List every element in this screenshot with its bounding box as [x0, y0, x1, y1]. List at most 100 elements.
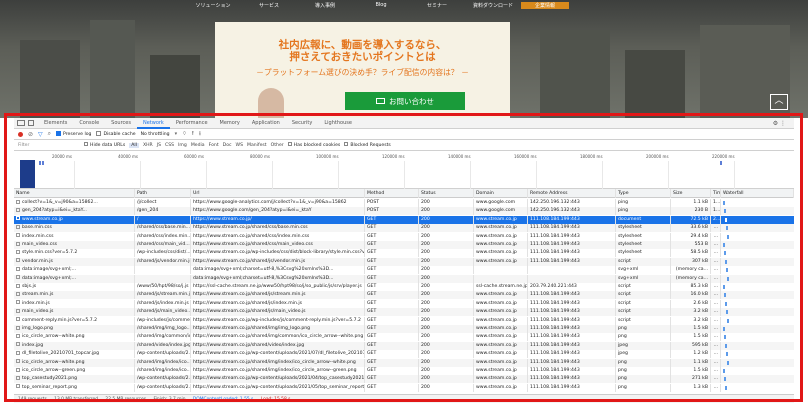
cell-text-type: png: [618, 334, 627, 340]
device-toggle-icon[interactable]: [28, 120, 34, 126]
table-row[interactable]: data:image/svg+xml;... data:image/svg+xml…: [14, 274, 794, 283]
site-nav-item[interactable]: ソリューション: [185, 2, 241, 9]
filter-type-doc[interactable]: Doc: [223, 143, 232, 148]
column-header-time[interactable]: Time: [711, 189, 721, 198]
table-row[interactable]: base.min.css/shared/css/base.min... https…: [14, 224, 794, 233]
table-row[interactable]: comment-reply.min.js?ver=5.7.2/wp-includ…: [14, 316, 794, 325]
column-header-status[interactable]: Status: [419, 189, 474, 198]
column-header-method[interactable]: Method: [365, 189, 419, 198]
tab-console[interactable]: Console: [73, 118, 105, 129]
cell-text-time: ...: [713, 334, 718, 340]
table-row[interactable]: style.min.css?ver=5.7.2/wp-includes/css/…: [14, 249, 794, 258]
cell-url: https://www.stream.co.jp/shared/css/base…: [191, 224, 365, 233]
table-row[interactable]: ico_circle_arrow--white.png/shared/img/c…: [14, 333, 794, 342]
cell-name: top_seminar_report.png: [14, 383, 135, 392]
table-row[interactable]: data:image/svg+xml;... data:image/svg+xml…: [14, 266, 794, 275]
table-row[interactable]: main_video.js/shared/js/main_video... htt…: [14, 308, 794, 317]
cell-text-remote: 111.108.184.199:443: [530, 342, 580, 348]
hide-data-urls-checkbox[interactable]: Hide data URLs: [84, 142, 125, 148]
file-type-icon: [16, 249, 20, 254]
filter-type-manifest[interactable]: Manifest: [247, 143, 267, 148]
column-header-domain[interactable]: Domain: [474, 189, 528, 198]
filter-type-img[interactable]: Img: [178, 143, 187, 148]
throttling-select[interactable]: No throttling: [141, 132, 170, 137]
filter-type-xhr[interactable]: XHR: [143, 143, 153, 148]
inspect-icon[interactable]: [17, 120, 25, 126]
cell-text-name: collect?v=1&_v=j90&a=15862...: [22, 200, 98, 205]
timeline-overview[interactable]: 20000 ms 40000 ms 60000 ms 80000 ms 100000 m…: [14, 151, 794, 189]
tab-network[interactable]: Network: [136, 118, 170, 129]
site-nav-item[interactable]: 企業情報: [521, 2, 569, 9]
table-row[interactable]: collect?v=1&_v=j90&a=15862... /j/collect h…: [14, 199, 794, 207]
cell-text-domain: ssl-cache.stream.ne.jp: [476, 284, 528, 289]
settings-icon[interactable]: ⚙ ⋮: [773, 120, 786, 127]
table-row[interactable]: img_logo.png/shared/img/img_logo... https…: [14, 325, 794, 333]
table-row[interactable]: top_seminar_report.png/wp-content/upload…: [14, 383, 794, 392]
clear-icon[interactable]: ⊘: [28, 131, 33, 138]
table-row[interactable]: sbjs.js/www/50/hpt/98/so/j.js https://ssl…: [14, 283, 794, 291]
table-row[interactable]: index.min.js/shared/js/index.min.js https…: [14, 299, 794, 308]
table-row[interactable]: dl_filetolive_20210701_topcar.jpg/wp-con…: [14, 350, 794, 359]
column-header-url[interactable]: Url: [191, 189, 365, 198]
waterfall-bar: [724, 251, 726, 256]
table-row[interactable]: vendor.min.js/shared/js/vendor.min.js htt…: [14, 257, 794, 266]
filter-icon[interactable]: ▽: [38, 131, 43, 138]
cell-text-time: ...: [713, 250, 718, 256]
column-header-path[interactable]: Path: [135, 189, 191, 198]
timeline-tick: 60000 ms: [184, 154, 204, 159]
preserve-log-checkbox[interactable]: Preserve log: [56, 131, 91, 137]
tab-application[interactable]: Application: [246, 118, 286, 129]
blocked-cookies-checkbox[interactable]: Has blocked cookies: [287, 142, 340, 148]
site-nav-item[interactable]: サービス: [241, 2, 297, 9]
filter-type-ws[interactable]: WS: [236, 143, 243, 148]
column-header-name[interactable]: Name: [14, 189, 135, 198]
site-nav-item[interactable]: Blog: [353, 2, 409, 9]
table-row[interactable]: gen_204?atyp=i&ei=_ktaY... /gen_204 https:…: [14, 207, 794, 216]
tab-elements[interactable]: Elements: [38, 118, 73, 129]
import-icon[interactable]: ⭱: [192, 129, 194, 139]
column-header-size[interactable]: Size: [671, 189, 711, 198]
back-to-top-button[interactable]: ︿: [770, 94, 788, 110]
tab-lighthouse[interactable]: Lighthouse: [318, 118, 358, 129]
table-row[interactable]: index.jpg/shared/video/index.jpg https://…: [14, 341, 794, 350]
table-row[interactable]: index.min.css/shared/css/index.min... htt…: [14, 232, 794, 241]
cell-text-size: (memory ca...: [675, 275, 708, 281]
contact-button[interactable]: お問い合わせ: [345, 92, 465, 110]
filter-type-other[interactable]: Other: [271, 143, 284, 148]
column-header-remote-address[interactable]: Remote Address: [528, 189, 616, 198]
filter-type-font[interactable]: Font: [209, 143, 219, 148]
column-header-waterfall[interactable]: Waterfall: [721, 189, 794, 198]
cell-text-path: /wp-content/uploads/2...: [137, 384, 191, 390]
site-nav-item[interactable]: セミナー: [409, 2, 465, 9]
record-icon[interactable]: [18, 131, 23, 137]
filter-type-media[interactable]: Media: [191, 143, 205, 148]
disable-cache-checkbox[interactable]: Disable cache: [96, 131, 136, 137]
filter-input[interactable]: Filter: [18, 143, 80, 148]
tab-sources[interactable]: Sources: [105, 118, 137, 129]
tab-performance[interactable]: Performance: [170, 118, 214, 129]
timeline-tick: 80000 ms: [250, 154, 270, 159]
filter-type-css[interactable]: CSS: [165, 143, 174, 148]
tab-memory[interactable]: Memory: [214, 118, 246, 129]
filter-type-js[interactable]: JS: [157, 143, 161, 148]
site-nav-item[interactable]: 導入事例: [297, 2, 353, 9]
cell-remote: 111.108.184.199:443: [528, 375, 616, 384]
column-header-type[interactable]: Type: [616, 189, 671, 198]
filter-type-all[interactable]: All: [129, 142, 139, 148]
tab-security[interactable]: Security: [286, 118, 319, 129]
blocked-requests-checkbox[interactable]: Blocked Requests: [344, 142, 391, 148]
table-row[interactable]: ico_circle_arrow--white.png/shared/img/i…: [14, 358, 794, 367]
table-row[interactable]: stream.min.js/shared/js/stream.min.js htt…: [14, 291, 794, 300]
search-icon[interactable]: ⌕: [48, 130, 51, 138]
cell-text-url: https://www.stream.co.jp/shared/img/inde…: [193, 359, 356, 365]
table-row[interactable]: main_video.css/shared/css/main_vid... htt…: [14, 241, 794, 249]
timeline-tick: 120000 ms: [382, 154, 405, 159]
export-icon[interactable]: ⭳: [199, 129, 201, 139]
cell-text-size: 33.6 kB: [690, 225, 708, 231]
table-row[interactable]: www.stream.co.jp / https://www.stream.co.j…: [14, 215, 794, 224]
table-row[interactable]: ico_circle_arrow--green.png/shared/img/i…: [14, 367, 794, 375]
table-row[interactable]: top_casestudy2021.png/wp-content/uploads…: [14, 375, 794, 384]
wifi-icon[interactable]: ⌔: [182, 131, 187, 137]
cell-text-domain: www.stream.co.jp: [476, 384, 517, 390]
site-nav-item[interactable]: 資料ダウンロード: [465, 2, 521, 9]
